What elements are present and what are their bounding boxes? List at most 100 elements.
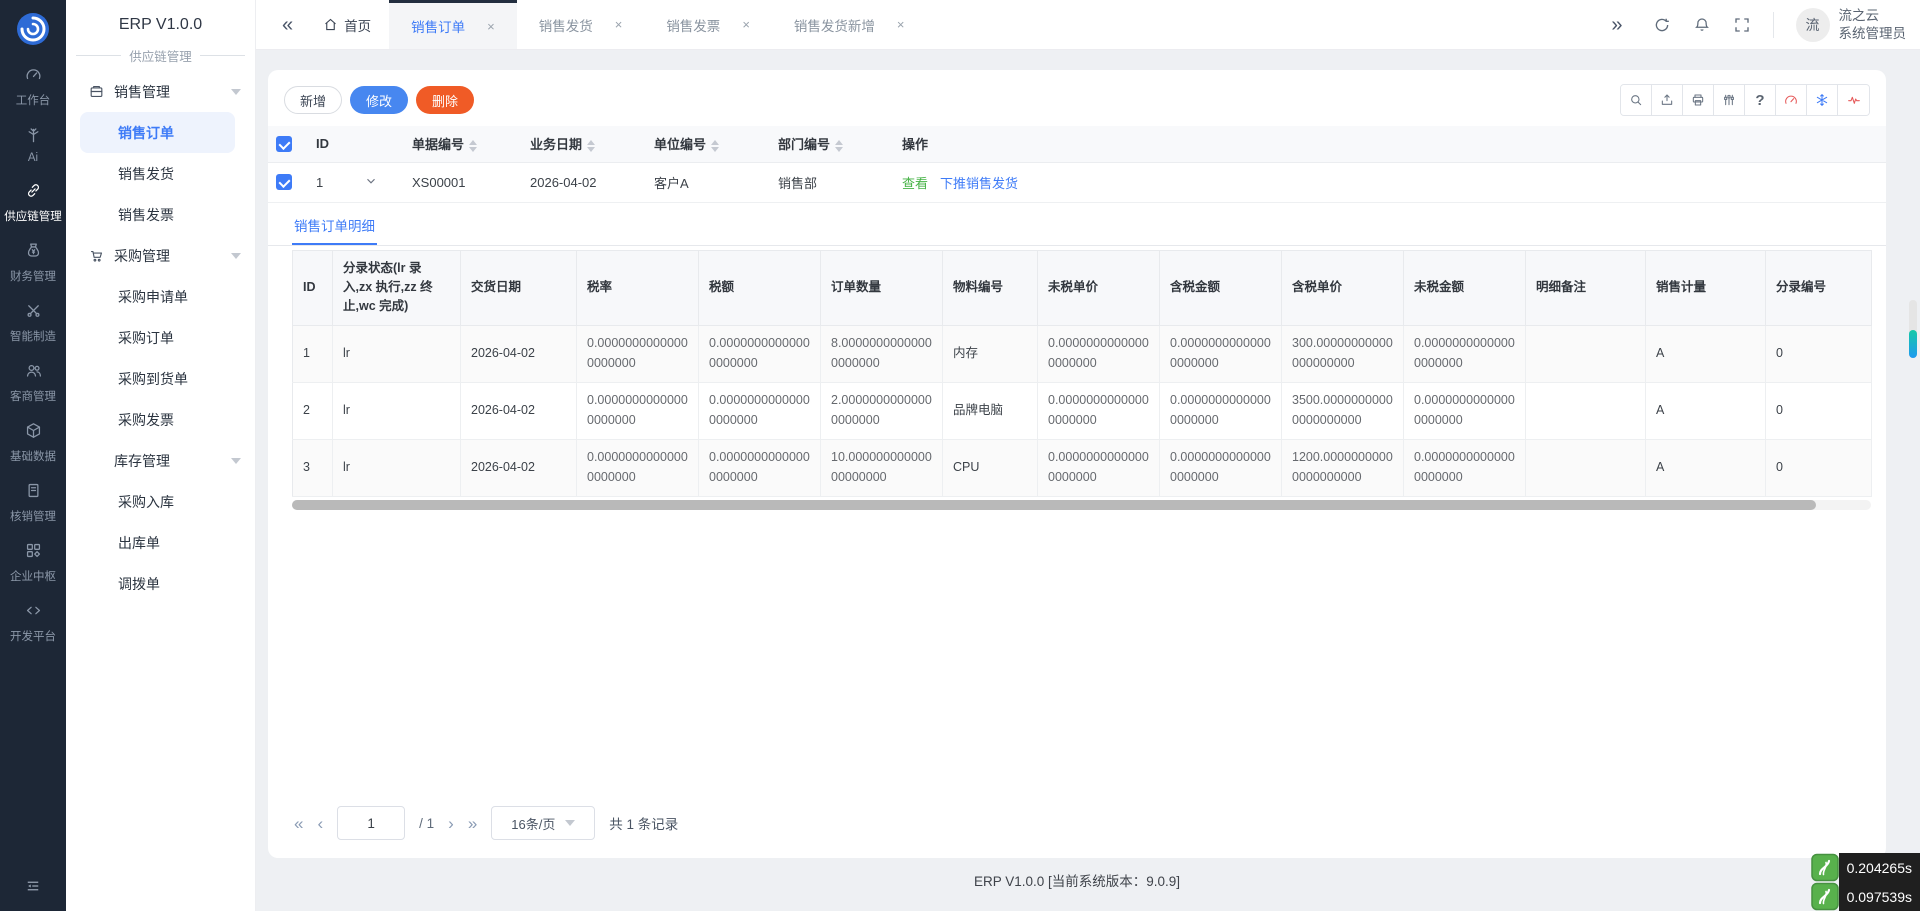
delete-button[interactable]: 删除 [416,86,475,114]
detail-cell: 0.00000000000000000000 [1403,382,1526,440]
next-page-button[interactable]: › [448,815,454,832]
tab-order-detail[interactable]: 销售订单明细 [292,205,377,245]
detail-cell: 2026-04-02 [460,439,577,497]
edit-button[interactable]: 修改 [350,86,409,114]
gauge-icon[interactable] [1776,85,1807,115]
shop-icon [88,83,106,101]
tab-2[interactable]: 销售发票 × [644,0,772,49]
col-4[interactable]: 部门编号 [770,126,894,163]
detail-horizontal-scrollbar-thumb[interactable] [292,499,1816,510]
detail-cell: 0.00000000000000000000 [1159,325,1282,383]
tab-3[interactable]: 销售发货新增 × [772,0,927,49]
tab-label: 销售发货新增 [793,18,875,34]
print-icon[interactable] [1683,85,1714,115]
sidebar-group-0[interactable]: 销售管理 [66,71,255,112]
close-icon[interactable]: × [615,17,623,32]
action-link-1[interactable]: 下推销售发货 [940,176,1018,191]
tabs-scroll-left-icon[interactable]: « [274,15,301,35]
sidebar-item-1-0[interactable]: 采购申请单 [80,276,235,317]
import-icon[interactable] [1652,85,1683,115]
pulse-icon[interactable] [1838,85,1869,115]
app-footer: ERP V1.0.0 [当前系统版本：9.0.9] [973,874,1181,889]
workspace: 新增 修改 删除 ? ID 单据编号 业务日期 单位编号 部门编号 操作 1 XS00001 20… [256,50,1920,911]
sidebar-item-0-0[interactable]: 销售订单 [80,112,235,153]
close-icon[interactable]: × [487,19,495,34]
prev-page-button[interactable]: ‹ [317,815,323,832]
total-records-label: 共 1 条记录 [609,817,679,832]
action-link-0[interactable]: 查看 [902,176,928,191]
detail-col-4: 税额 [698,250,821,326]
user-menu[interactable]: 流 流之云 系统管理员 [1795,7,1906,42]
custom-columns-icon[interactable] [1714,85,1745,115]
detail-cell: 品牌电脑 [942,382,1038,440]
sort-icon[interactable] [711,139,720,152]
page-number-input[interactable] [337,806,406,840]
close-icon[interactable]: × [897,17,905,32]
first-page-button[interactable]: « [294,815,303,832]
tab-home-label: 首页 [344,18,372,34]
tab-home[interactable]: 首页 [323,15,371,35]
detail-row: 1 lr 2026-04-02 0.00000000000000000000 0.000… [292,325,1872,383]
rail-item-7[interactable]: 核销管理 [0,472,66,532]
tab-0[interactable]: 销售订单 × [389,0,517,49]
sidebar-item-2-0[interactable]: 采购入库 [80,481,235,522]
topbar-divider [1772,11,1774,38]
last-page-button[interactable]: » [468,815,477,832]
sort-icon[interactable] [469,139,478,152]
sidebar-group-1[interactable]: 采购管理 [66,235,255,276]
rail-item-8[interactable]: 企业中枢 [0,532,66,592]
detail-cell: lr [332,439,461,497]
detail-cell: 0.00000000000000000000 [698,325,821,383]
snowflake-icon[interactable] [1807,85,1838,115]
rail-item-3[interactable]: 财务管理 [0,232,66,292]
detail-row: 3 lr 2026-04-02 0.00000000000000000000 0.000… [292,439,1872,497]
sidebar-item-2-2[interactable]: 调拨单 [80,563,235,604]
sidebar-item-1-3[interactable]: 采购发票 [80,399,235,440]
col-3[interactable]: 单位编号 [646,126,770,163]
rail-item-9[interactable]: 开发平台 [0,592,66,652]
expand-row-icon[interactable] [364,174,378,188]
close-icon[interactable]: × [742,17,750,32]
app-root: 工作台 Ai 供应链管理 财务管理 智能制造客商管理基础数据 核销管理 企业中枢 开发平台 E… [0,0,1920,911]
detail-cell: 0 [1765,439,1872,497]
fullscreen-icon[interactable] [1733,16,1751,34]
row-checkbox[interactable] [276,174,292,191]
topbar-actions: » 流 流之云 系统管理员 [1603,7,1906,42]
help-icon[interactable]: ? [1745,85,1776,115]
sidebar-group-2[interactable]: 库存管理 [66,440,255,481]
select-all-checkbox[interactable] [276,136,292,153]
rail-item-0[interactable]: 工作台 [0,56,66,116]
sidebar-item-0-1[interactable]: 销售发货 [80,153,235,194]
notifications-bell-icon[interactable] [1693,16,1711,34]
sort-icon[interactable] [587,139,596,152]
detail-cell: 2 [292,382,333,440]
sidebar-item-1-1[interactable]: 采购订单 [80,317,235,358]
toolbar: 新增 修改 删除 ? [268,70,1886,126]
rail-item-6[interactable]: 基础数据 [0,412,66,472]
detail-cell: 8.00000000000000000000 [820,325,943,383]
rail-item-label: 客商管理 [10,391,56,403]
detail-cell: 0 [1765,382,1872,440]
sort-icon[interactable] [835,139,844,152]
detail-cell: 3 [292,439,333,497]
window-scrollbar-thumb[interactable] [1909,330,1917,358]
sidebar-item-0-2[interactable]: 销售发票 [80,194,235,235]
menu-fold-icon[interactable] [0,877,66,895]
rail-item-label: 工作台 [15,95,51,107]
col-1[interactable]: 单据编号 [404,126,522,163]
rail-item-5[interactable]: 客商管理 [0,352,66,412]
add-button[interactable]: 新增 [284,86,343,114]
rail-item-4[interactable]: 智能制造 [0,292,66,352]
col-2[interactable]: 业务日期 [522,126,646,163]
detail-cell: 2026-04-02 [460,382,577,440]
tab-1[interactable]: 销售发货 × [517,0,645,49]
search-icon[interactable] [1621,85,1652,115]
sidebar-item-label: 销售发票 [118,206,174,223]
rail-item-2[interactable]: 供应链管理 [0,172,66,232]
sidebar-item-1-2[interactable]: 采购到货单 [80,358,235,399]
sidebar-item-2-1[interactable]: 出库单 [80,522,235,563]
refresh-icon[interactable] [1653,16,1671,34]
tabs-scroll-right-icon[interactable]: » [1603,15,1630,35]
page-size-select[interactable]: 16条/页 [491,806,596,840]
rail-item-1[interactable]: Ai [0,116,66,172]
